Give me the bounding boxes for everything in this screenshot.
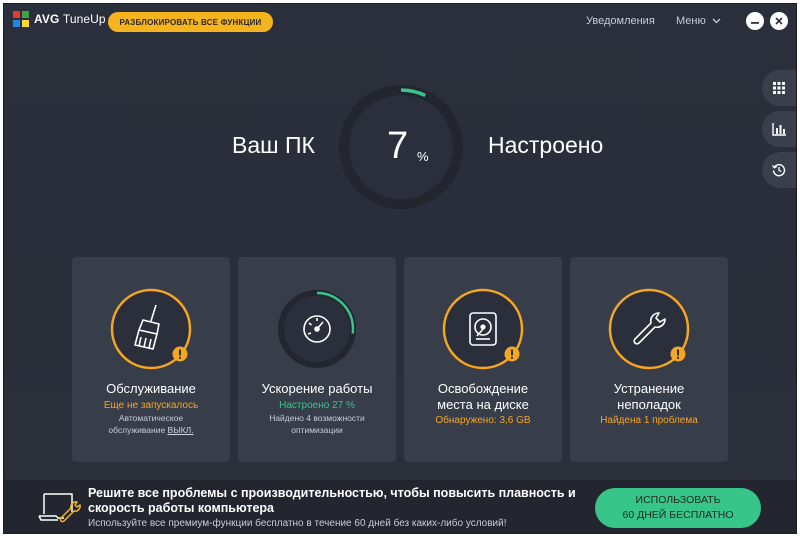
side-button-apps[interactable] xyxy=(762,70,796,106)
minimize-icon xyxy=(751,22,759,24)
disk-cleanup-status: Обнаружено: 3,6 GB xyxy=(435,415,531,426)
warning-badge-icon xyxy=(172,346,188,362)
warning-badge-icon xyxy=(670,346,686,362)
side-button-reports[interactable] xyxy=(762,111,796,147)
troubleshooting-title: Устранение неполадок xyxy=(570,381,728,413)
disk-cleanup-title-line1: Освобождение xyxy=(437,381,529,396)
your-pc-label: Ваш ПК xyxy=(232,132,315,158)
unlock-all-features-button[interactable]: РАЗБЛОКИРОВАТЬ ВСЕ ФУНКЦИИ xyxy=(108,12,273,32)
auto-maintenance-off-link[interactable]: ВЫКЛ. xyxy=(168,425,194,435)
gauge-value: 7 xyxy=(387,125,409,167)
maintenance-description: Автоматическое обслуживание ВЫКЛ. xyxy=(72,412,230,436)
disk-cleanup-title: Освобождение места на диске xyxy=(404,381,562,413)
product-name: TuneUp xyxy=(62,12,106,26)
app-logo: AVG TuneUp xyxy=(13,11,106,27)
troubleshooting-title-line2: неполадок xyxy=(617,397,681,412)
menu-dropdown[interactable]: Меню xyxy=(676,15,721,27)
grid-icon xyxy=(773,82,785,94)
cta-line1: ИСПОЛЬЗОВАТЬ xyxy=(635,494,721,506)
tuned-label: Настроено xyxy=(488,132,604,158)
speed-up-title: Ускорение работы xyxy=(261,381,373,396)
speed-up-desc-line2: оптимизации xyxy=(291,425,343,435)
side-button-history[interactable] xyxy=(762,152,796,188)
troubleshooting-title-line1: Устранение xyxy=(613,381,685,396)
close-icon xyxy=(775,17,783,25)
banner-subtitle: Используйте все премиум-функции бесплатн… xyxy=(88,518,507,529)
close-button[interactable] xyxy=(770,12,788,30)
speed-up-ring xyxy=(278,290,356,368)
speed-up-description: Найдено 4 возможности оптимизации xyxy=(238,412,396,436)
brand-name: AVG xyxy=(34,12,60,26)
maintenance-desc-prefix: обслуживание xyxy=(108,425,168,435)
app-window: AVG TuneUp РАЗБЛОКИРОВАТЬ ВСЕ ФУНКЦИИ Ув… xyxy=(3,3,797,534)
troubleshooting-status: Найдена 1 проблема xyxy=(600,415,698,426)
warning-badge-icon xyxy=(504,346,520,362)
avg-logo-icon xyxy=(13,11,29,27)
maintenance-card[interactable]: Обслуживание Еще не запускалось Автомати… xyxy=(72,257,230,462)
chevron-down-icon xyxy=(712,18,721,24)
gauge-unit: % xyxy=(417,149,429,164)
app-name: AVG TuneUp xyxy=(34,12,106,26)
bar-chart-icon xyxy=(772,122,786,136)
notifications-link[interactable]: Уведомления xyxy=(586,15,655,27)
troubleshooting-card[interactable]: Устранение неполадок Найдена 1 проблема xyxy=(570,257,728,462)
disk-cleanup-card[interactable]: Освобождение места на диске Обнаружено: … xyxy=(404,257,562,462)
maintenance-desc-line1: Автоматическое xyxy=(118,413,184,423)
maintenance-desc-line2: обслуживание ВЫКЛ. xyxy=(72,424,230,436)
history-icon xyxy=(772,164,786,177)
menu-label: Меню xyxy=(676,15,706,27)
laptop-wrench-icon xyxy=(38,493,81,523)
title-bar: AVG TuneUp РАЗБЛОКИРОВАТЬ ВСЕ ФУНКЦИИ Ув… xyxy=(4,4,796,36)
use-60-days-free-button[interactable]: ИСПОЛЬЗОВАТЬ 60 ДНЕЙ БЕСПЛАТНО xyxy=(595,488,761,528)
speed-up-desc-line1: Найдено 4 возможности xyxy=(269,413,365,423)
premium-banner: Решите все проблемы с производительность… xyxy=(4,480,796,533)
minimize-button[interactable] xyxy=(746,12,764,30)
speed-up-status: Настроено 27 % xyxy=(279,400,355,411)
maintenance-title: Обслуживание xyxy=(106,381,196,396)
maintenance-status: Еще не запускалось xyxy=(103,400,199,411)
banner-headline: Решите все проблемы с производительность… xyxy=(88,486,576,515)
cta-line2: 60 ДНЕЙ БЕСПЛАТНО xyxy=(622,509,734,521)
speed-up-card[interactable]: Ускорение работы Настроено 27 % Найдено … xyxy=(238,257,396,462)
disk-cleanup-title-line2: места на диске xyxy=(437,397,529,412)
